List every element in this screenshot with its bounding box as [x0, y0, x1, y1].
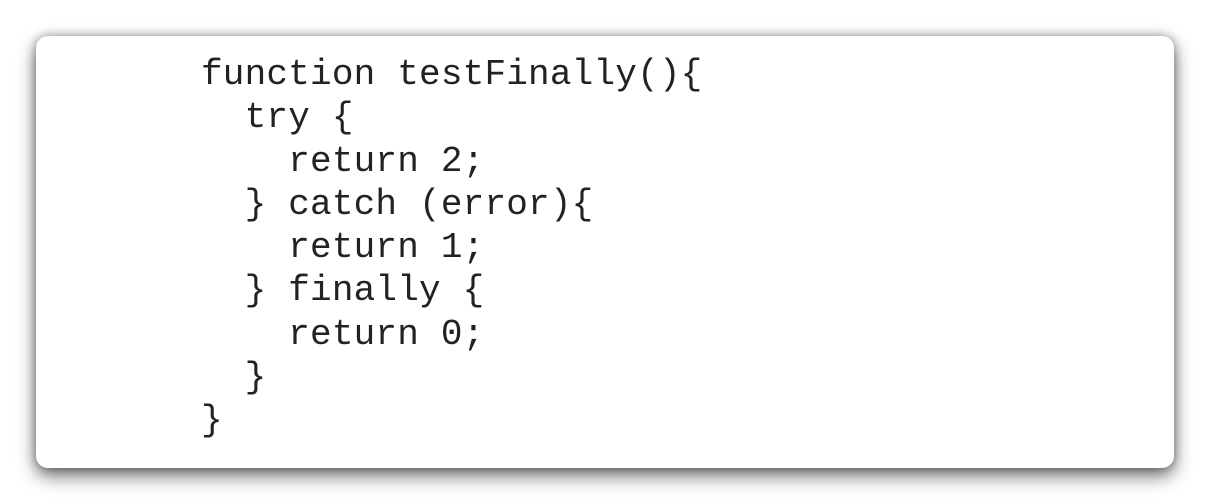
code-line-3: return 2; [201, 140, 485, 182]
code-line-1: function testFinally(){ [201, 54, 703, 95]
code-line-4: } catch (error){ [201, 183, 594, 225]
code-line-5: return 1; [201, 227, 485, 269]
code-line-8: } [201, 357, 267, 399]
code-line-6: } finally { [201, 270, 485, 312]
code-line-2: try { [201, 97, 354, 139]
code-block: function testFinally(){ try { return 2; … [201, 53, 702, 443]
code-line-9: } [201, 400, 223, 442]
code-card: function testFinally(){ try { return 2; … [36, 36, 1174, 468]
code-line-7: return 0; [201, 313, 485, 355]
